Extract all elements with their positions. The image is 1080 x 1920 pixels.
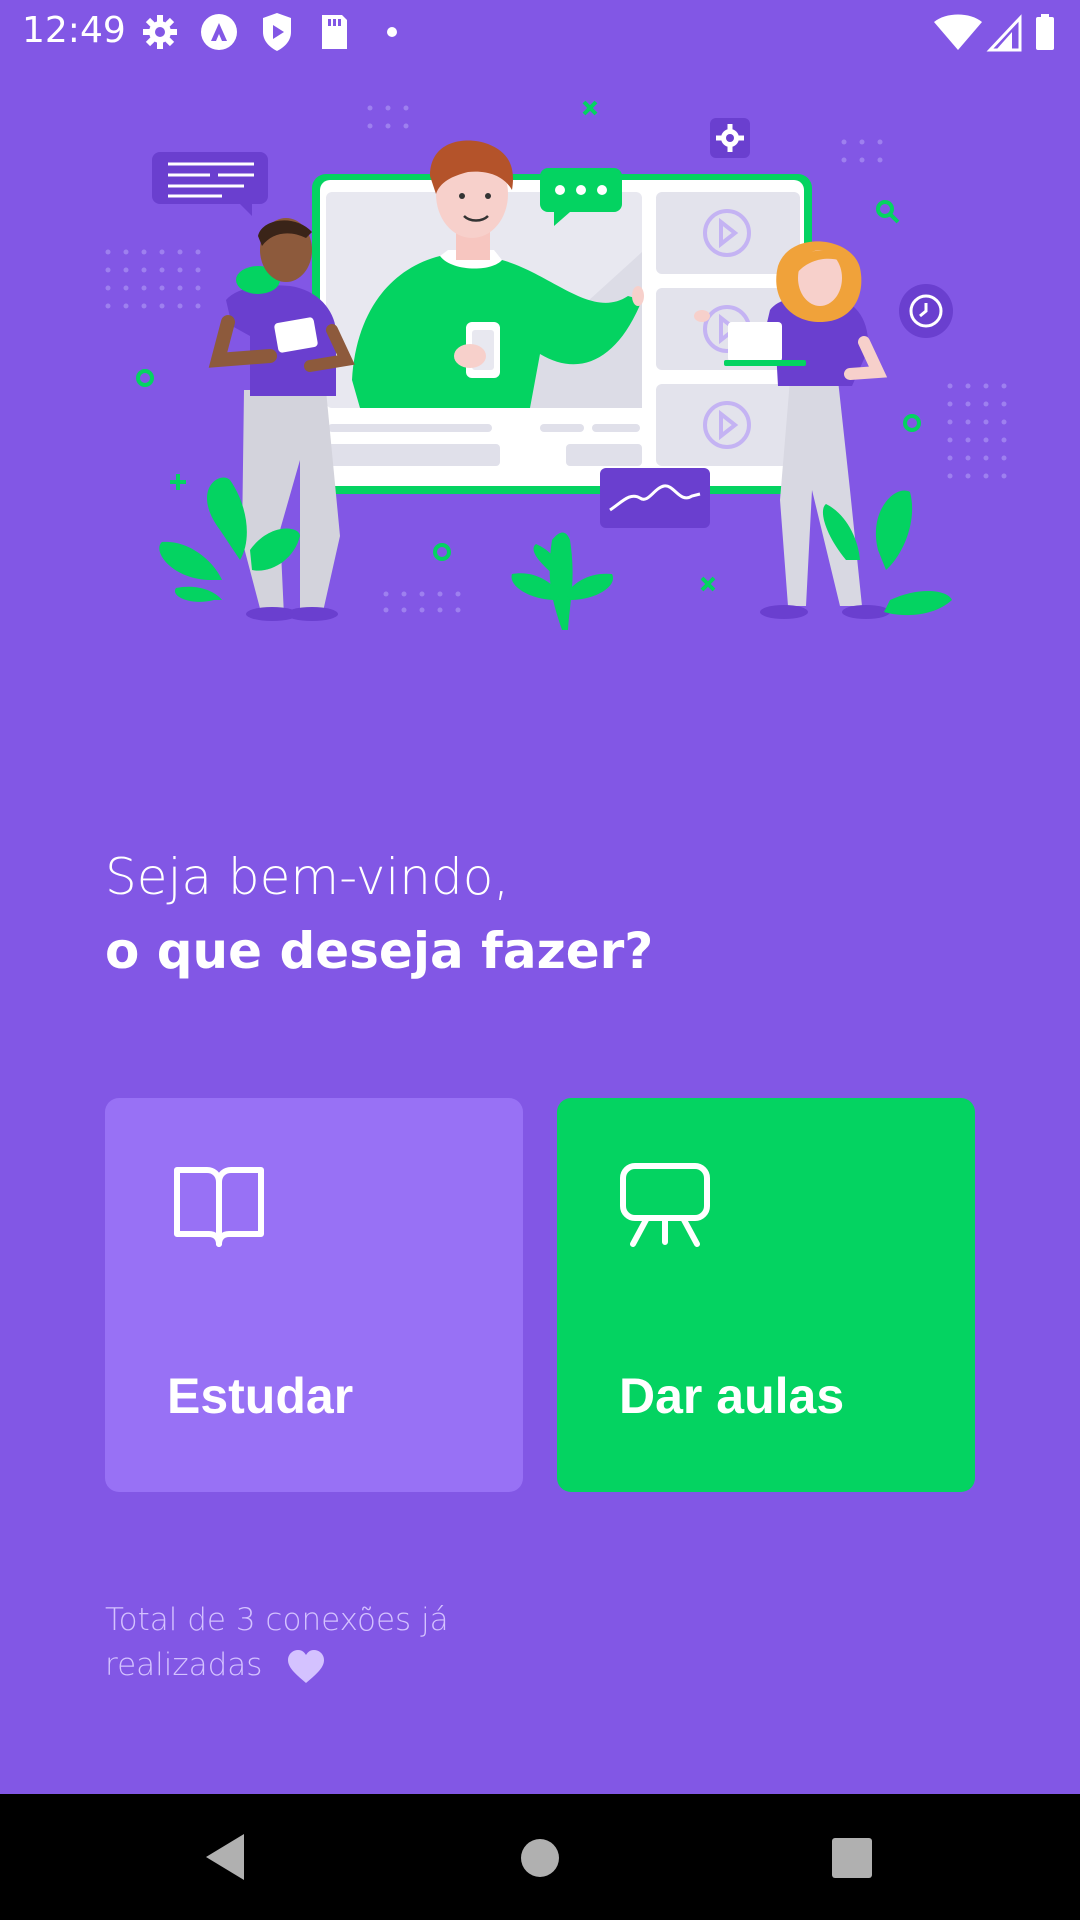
- connections-text-line2: realizadas: [105, 1647, 263, 1683]
- connections-text-line1: Total de 3 conexões já: [105, 1602, 449, 1638]
- dots-grid-bottom: [383, 591, 461, 613]
- text-bubble: [152, 152, 268, 216]
- battery-icon: [1036, 14, 1054, 50]
- study-button[interactable]: Estudar: [105, 1098, 523, 1492]
- status-bar: 12:49: [0, 0, 1080, 62]
- status-system-icons: [934, 14, 1054, 52]
- greeting-line-welcome: Seja bem-vindo,: [105, 848, 510, 906]
- teach-button[interactable]: Dar aulas: [557, 1098, 975, 1492]
- plant-center: [511, 532, 613, 630]
- greeting: Seja bem-vindo, o que deseja fazer?: [105, 840, 653, 988]
- connections-counter: Total de 3 conexões já realizadas: [105, 1598, 525, 1688]
- app-a-icon: [201, 14, 237, 50]
- dot-icon: [387, 27, 397, 37]
- online-class-illustration: [105, 100, 1007, 630]
- book-open-icon: [174, 1167, 264, 1247]
- home-icon[interactable]: [520, 1830, 560, 1884]
- shield-play-icon: [263, 13, 291, 51]
- clock-badge: [899, 284, 953, 338]
- study-label: Estudar: [167, 1368, 354, 1424]
- green-plus-deco: [170, 474, 186, 490]
- heart-icon: [288, 1649, 325, 1683]
- sd-card-icon: [322, 15, 347, 49]
- dots-grid-right: [947, 383, 1007, 479]
- status-time: 12:49: [22, 10, 126, 51]
- greeting-line-question: o que deseja fazer?: [105, 922, 654, 980]
- presentation-icon: [620, 1163, 710, 1247]
- recents-icon[interactable]: [830, 1830, 874, 1884]
- back-icon[interactable]: [200, 1830, 250, 1884]
- dots-grid-right-top: [841, 139, 883, 163]
- chart-card: [600, 468, 710, 528]
- settings-badge: [710, 118, 750, 158]
- dots-grid-top: [367, 105, 409, 129]
- wifi-icon: [934, 14, 982, 50]
- navigation-bar: [0, 1794, 1080, 1920]
- green-x-deco: [582, 100, 598, 116]
- dots-grid-left: [105, 249, 201, 309]
- green-circle-deco: [136, 369, 154, 387]
- status-notification-icons: [143, 13, 397, 51]
- teach-label: Dar aulas: [619, 1368, 845, 1424]
- gear-icon: [143, 15, 177, 49]
